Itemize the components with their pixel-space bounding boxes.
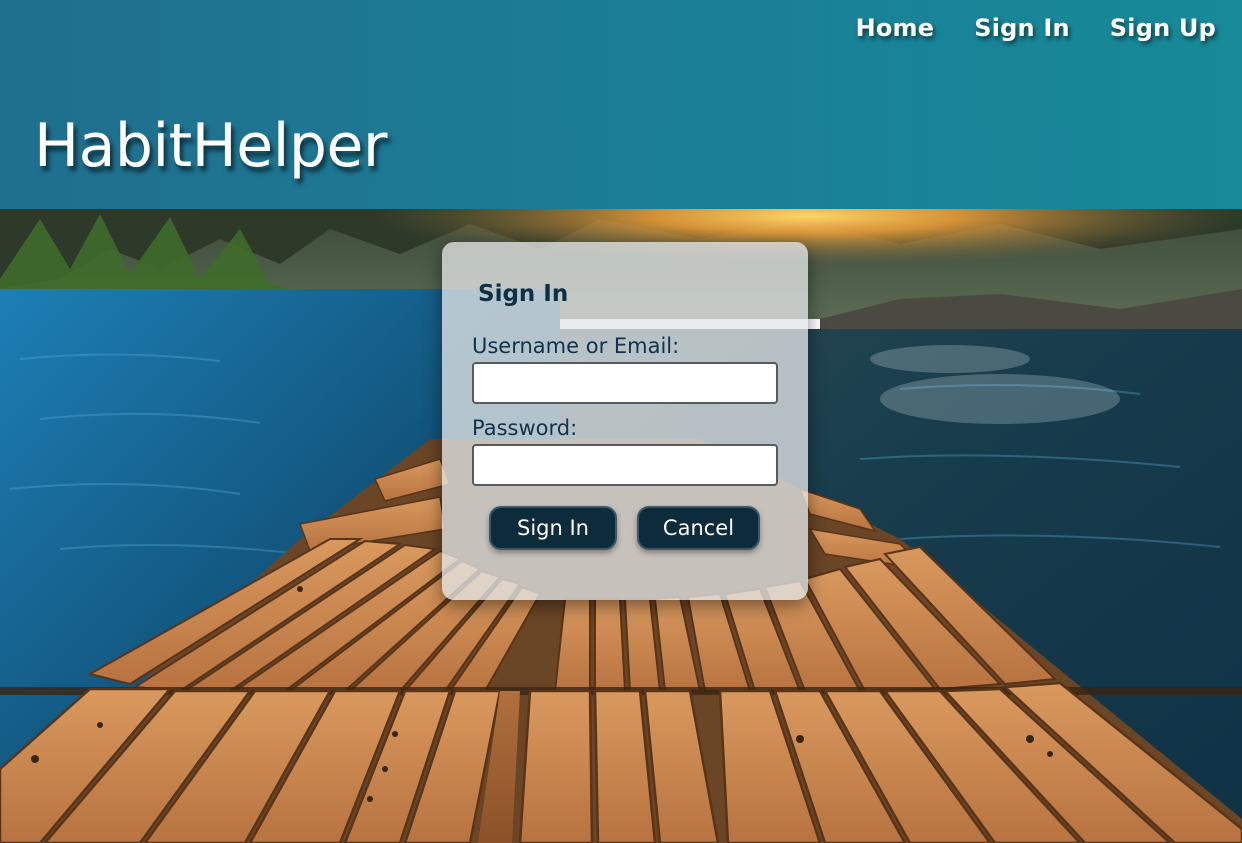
top-nav: Home Sign In Sign Up: [856, 12, 1216, 44]
site-title: HabitHelper: [34, 111, 388, 181]
nav-sign-up-link[interactable]: Sign Up: [1110, 12, 1216, 44]
nav-home-link[interactable]: Home: [856, 12, 935, 44]
password-label: Password:: [472, 416, 578, 440]
cancel-button[interactable]: Cancel: [637, 506, 760, 550]
sign-in-button[interactable]: Sign In: [489, 506, 617, 550]
username-input[interactable]: [472, 362, 778, 404]
password-input[interactable]: [472, 444, 778, 486]
sign-in-card: Sign In Username or Email: Password: Sig…: [442, 242, 808, 600]
site-header: Home Sign In Sign Up HabitHelper: [0, 0, 1242, 209]
page: Home Sign In Sign Up HabitHelper Sign In…: [0, 0, 1242, 843]
username-label: Username or Email:: [472, 334, 680, 358]
sign-in-title: Sign In: [478, 281, 569, 307]
nav-sign-in-link[interactable]: Sign In: [974, 12, 1070, 44]
